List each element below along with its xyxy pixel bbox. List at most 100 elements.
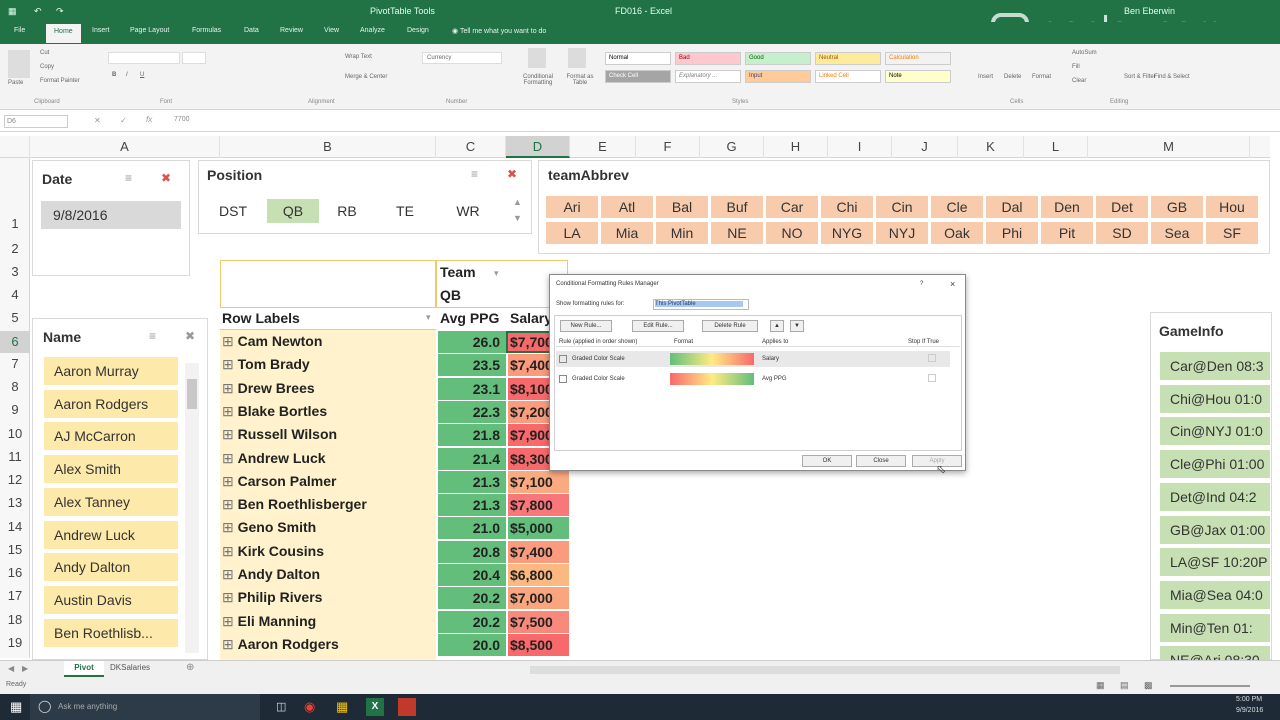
row-header-3[interactable]: 3: [0, 264, 30, 279]
row-labels-header[interactable]: Row Labels ▾: [220, 308, 436, 330]
style-check-cell[interactable]: Check Cell: [605, 70, 671, 83]
avg-ppg-cell[interactable]: 21.3: [438, 470, 506, 493]
avg-ppg-cell[interactable]: 22.3: [438, 400, 506, 423]
row-header-19[interactable]: 19: [0, 635, 30, 650]
avg-ppg-cell[interactable]: 21.0: [438, 517, 506, 540]
italic-icon[interactable]: I: [126, 72, 128, 78]
expand-icon[interactable]: ⊞: [222, 356, 238, 372]
style-input[interactable]: Input: [745, 70, 811, 83]
row-header-17[interactable]: 17: [0, 588, 30, 603]
column-header-h[interactable]: H: [764, 136, 828, 158]
team-item-min[interactable]: Min: [656, 222, 708, 244]
position-item-te[interactable]: TE: [381, 199, 429, 223]
clear-filter-icon[interactable]: ✖: [507, 167, 517, 181]
tab-view[interactable]: View: [324, 27, 339, 34]
column-header-i[interactable]: I: [828, 136, 892, 158]
team-item-buf[interactable]: Buf: [711, 196, 763, 218]
row-header-18[interactable]: 18: [0, 612, 30, 627]
salary-cell[interactable]: $6,800: [508, 564, 569, 586]
column-header-l[interactable]: L: [1024, 136, 1088, 158]
name-slicer-item[interactable]: Austin Davis: [44, 585, 178, 614]
select-all-corner[interactable]: [0, 136, 30, 158]
name-slicer-scrollbar[interactable]: [185, 363, 199, 653]
file-explorer-icon[interactable]: ▦: [336, 699, 348, 715]
position-item-dst[interactable]: DST: [209, 199, 257, 223]
taskbar-search-box[interactable]: ◯ Ask me anything: [30, 694, 260, 720]
expand-icon[interactable]: ⊞: [222, 543, 238, 559]
salary-cell[interactable]: $8,500: [508, 633, 569, 656]
team-item-nyg[interactable]: NYG: [821, 222, 873, 244]
position-item-qb[interactable]: QB: [267, 199, 319, 223]
rule-row[interactable]: Graded Color Scale Salary: [556, 351, 950, 367]
team-item-den[interactable]: Den: [1041, 196, 1093, 218]
clear-button[interactable]: Clear: [1072, 78, 1086, 84]
copy-button[interactable]: Copy: [40, 64, 54, 70]
close-button[interactable]: Close: [856, 455, 906, 467]
conditional-formatting-button[interactable]: Conditional Formatting: [516, 74, 560, 86]
paste-button[interactable]: Paste: [8, 80, 23, 86]
row-header-4[interactable]: 4: [0, 287, 30, 302]
avg-ppg-cell[interactable]: 20.2: [438, 587, 506, 610]
style-good[interactable]: Good: [745, 52, 811, 65]
stop-if-true-checkbox[interactable]: [928, 354, 936, 362]
merge-center-button[interactable]: Merge & Center: [345, 74, 387, 80]
avg-ppg-cell[interactable]: 21.8: [438, 424, 506, 447]
tab-page-layout[interactable]: Page Layout: [130, 27, 169, 34]
tab-analyze[interactable]: Analyze: [360, 27, 385, 34]
name-slicer-item[interactable]: Ben Roethlisb...: [44, 618, 178, 647]
team-item-pit[interactable]: Pit: [1041, 222, 1093, 244]
pivot-row-label[interactable]: ⊞ Kirk Cousins: [222, 543, 324, 566]
multi-select-icon[interactable]: ≡: [149, 329, 156, 343]
delete-cells-button[interactable]: Delete: [1004, 74, 1021, 80]
team-item-sea[interactable]: Sea: [1151, 222, 1203, 244]
row-header-6[interactable]: 6: [0, 331, 30, 353]
avg-ppg-cell[interactable]: 23.5: [438, 354, 506, 377]
column-header-c[interactable]: C: [436, 136, 506, 158]
row-header-2[interactable]: 2: [0, 241, 30, 256]
column-header-b[interactable]: B: [220, 136, 436, 158]
name-slicer-item[interactable]: Aaron Rodgers: [44, 389, 178, 418]
name-slicer-item[interactable]: Aaron Murray: [44, 357, 178, 385]
row-header-8[interactable]: 8: [0, 379, 30, 394]
sheet-nav-prev-icon[interactable]: ◀: [8, 664, 14, 673]
team-item-phi[interactable]: Phi: [986, 222, 1038, 244]
style-explanatory[interactable]: Explanatory ...: [675, 70, 741, 83]
clear-filter-icon[interactable]: ✖: [185, 329, 195, 343]
row-header-16[interactable]: 16: [0, 565, 30, 580]
gameinfo-slicer-item[interactable]: Mia@Sea 04:0: [1160, 580, 1270, 609]
scrollbar-thumb[interactable]: [187, 379, 197, 409]
tab-file[interactable]: File: [14, 27, 25, 34]
salary-cell[interactable]: $7,500: [508, 610, 569, 633]
salary-cell[interactable]: $7,100: [508, 470, 569, 493]
bold-icon[interactable]: B: [112, 72, 116, 78]
avg-ppg-cell[interactable]: 21.3: [438, 494, 506, 517]
sheet-tab-pivot[interactable]: Pivot: [64, 661, 104, 677]
team-item-sd[interactable]: SD: [1096, 222, 1148, 244]
task-view-icon[interactable]: ◫: [276, 700, 286, 713]
scroll-up-icon[interactable]: ▲: [513, 197, 522, 207]
column-header-k[interactable]: K: [958, 136, 1024, 158]
pivot-row-label[interactable]: ⊞ Philip Rivers: [222, 589, 322, 612]
expand-icon[interactable]: ⊞: [222, 403, 238, 419]
team-item-nyj[interactable]: NYJ: [876, 222, 928, 244]
name-slicer-item[interactable]: Alex Tanney: [44, 487, 178, 516]
conditional-formatting-icon[interactable]: [528, 48, 546, 68]
format-as-table-icon[interactable]: [568, 48, 586, 68]
excel-taskbar-icon[interactable]: X: [366, 698, 384, 716]
recorder-taskbar-icon[interactable]: [398, 698, 416, 716]
column-header-d[interactable]: D: [506, 136, 570, 158]
team-item-cin[interactable]: Cin: [876, 196, 928, 218]
gameinfo-slicer-item[interactable]: NE@Ari 08:30: [1160, 646, 1270, 660]
tab-home[interactable]: Home: [46, 24, 81, 43]
style-note[interactable]: Note: [885, 70, 951, 83]
gameinfo-slicer-item[interactable]: LA@SF 10:20P: [1160, 548, 1270, 577]
expand-icon[interactable]: ⊞: [222, 333, 238, 349]
find-select-button[interactable]: Find & Select: [1154, 74, 1190, 80]
salary-cell[interactable]: $5,000: [508, 517, 569, 540]
pivot-row-label[interactable]: ⊞ Tom Brady: [222, 356, 310, 379]
pivot-row-label[interactable]: ⊞ Carson Palmer: [222, 473, 336, 496]
tab-data[interactable]: Data: [244, 27, 259, 34]
number-format-field[interactable]: Currency: [422, 52, 502, 64]
underline-icon[interactable]: U: [140, 72, 144, 78]
row-header-7[interactable]: 7: [0, 356, 30, 371]
